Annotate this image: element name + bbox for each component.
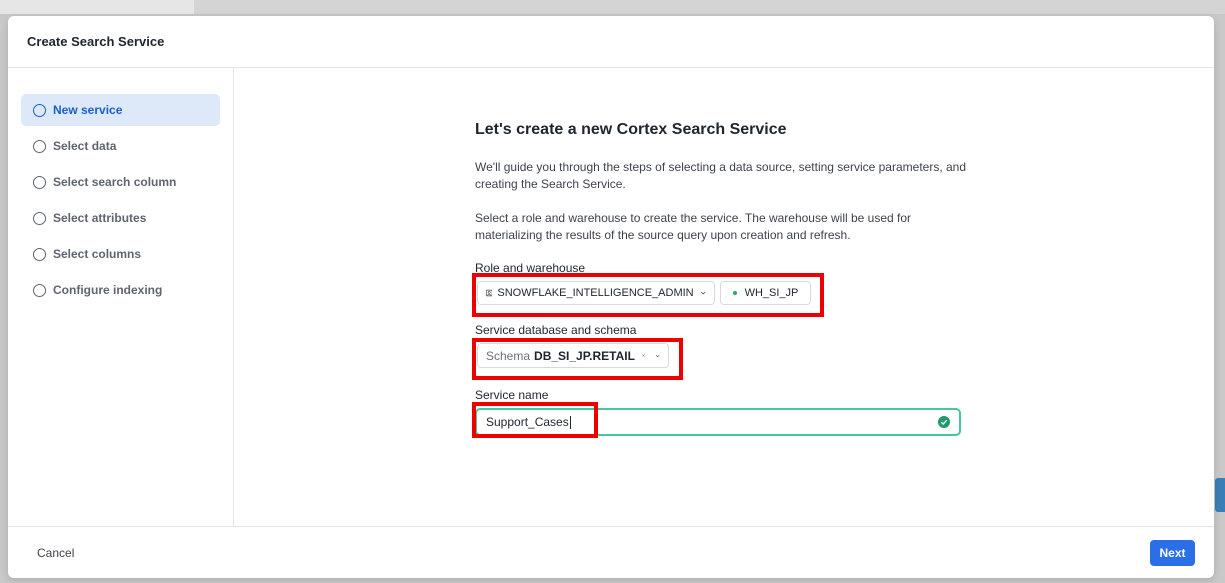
- step-label: Select data: [53, 139, 117, 153]
- step-label: Select columns: [53, 247, 142, 261]
- schema-select[interactable]: Schema DB_SI_JP.RETAIL: [477, 343, 669, 368]
- step-label: New service: [53, 103, 123, 117]
- dialog-footer: Cancel Next: [8, 526, 1214, 578]
- service-name-label: Service name: [475, 388, 549, 402]
- schema-label: Service database and schema: [475, 323, 637, 337]
- cancel-button[interactable]: Cancel: [37, 546, 74, 560]
- role-warehouse-label: Role and warehouse: [475, 261, 586, 275]
- dialog-body: New service Select data Select search co…: [8, 68, 1214, 526]
- warehouse-select[interactable]: WH_SI_JP: [720, 281, 811, 305]
- background-tab: [1215, 478, 1225, 512]
- next-button[interactable]: Next: [1150, 539, 1195, 566]
- step-circle-icon: [33, 211, 46, 225]
- instructions-text: Select a role and warehouse to create th…: [475, 211, 912, 242]
- schema-row: Schema DB_SI_JP.RETAIL: [475, 343, 975, 368]
- form-area: Let's create a new Cortex Search Service…: [475, 121, 975, 436]
- background-panel: [0, 0, 194, 14]
- step-select-columns[interactable]: Select columns: [21, 238, 220, 270]
- check-circle-icon: [938, 416, 950, 428]
- step-label: Select attributes: [53, 211, 147, 225]
- create-search-service-dialog: Create Search Service New service Select…: [8, 16, 1214, 578]
- step-circle-icon: [33, 175, 46, 189]
- chevron-down-icon: [655, 354, 660, 357]
- role-warehouse-row: SNOWFLAKE_INTELLIGENCE_ADMIN WH_SI_JP: [475, 281, 975, 305]
- step-select-attributes[interactable]: Select attributes: [21, 202, 220, 234]
- page-title: Let's create a new Cortex Search Service: [475, 121, 787, 138]
- step-new-service[interactable]: New service: [21, 94, 220, 126]
- schema-prefix: Schema: [486, 348, 531, 363]
- step-content: Let's create a new Cortex Search Service…: [234, 68, 1214, 526]
- text-caret: [569, 416, 571, 430]
- chevron-down-icon: [700, 291, 705, 295]
- user-icon: [486, 289, 493, 297]
- step-circle-icon: [33, 139, 46, 153]
- step-circle-icon: [33, 103, 46, 117]
- service-name-value: Support_Cases: [486, 414, 569, 429]
- clear-icon[interactable]: [641, 351, 646, 360]
- step-select-data[interactable]: Select data: [21, 130, 220, 162]
- intro-text: We'll guide you through the steps of sel…: [475, 160, 967, 191]
- background-app: [0, 0, 1225, 14]
- service-name-input[interactable]: Support_Cases: [475, 408, 961, 436]
- step-circle-icon: [33, 283, 46, 297]
- dialog-title: Create Search Service: [27, 34, 165, 49]
- schema-value: DB_SI_JP.RETAIL: [534, 348, 635, 363]
- step-label: Select search column: [53, 175, 177, 189]
- step-select-search-column[interactable]: Select search column: [21, 166, 220, 198]
- role-value: SNOWFLAKE_INTELLIGENCE_ADMIN: [497, 287, 694, 299]
- dialog-header: Create Search Service: [8, 16, 1214, 68]
- role-select[interactable]: SNOWFLAKE_INTELLIGENCE_ADMIN: [477, 281, 715, 305]
- status-dot-icon: [732, 291, 737, 295]
- step-configure-indexing[interactable]: Configure indexing: [21, 274, 220, 306]
- step-circle-icon: [33, 247, 46, 261]
- steps-sidebar: New service Select data Select search co…: [8, 68, 234, 526]
- warehouse-value: WH_SI_JP: [744, 287, 799, 299]
- step-label: Configure indexing: [53, 283, 163, 297]
